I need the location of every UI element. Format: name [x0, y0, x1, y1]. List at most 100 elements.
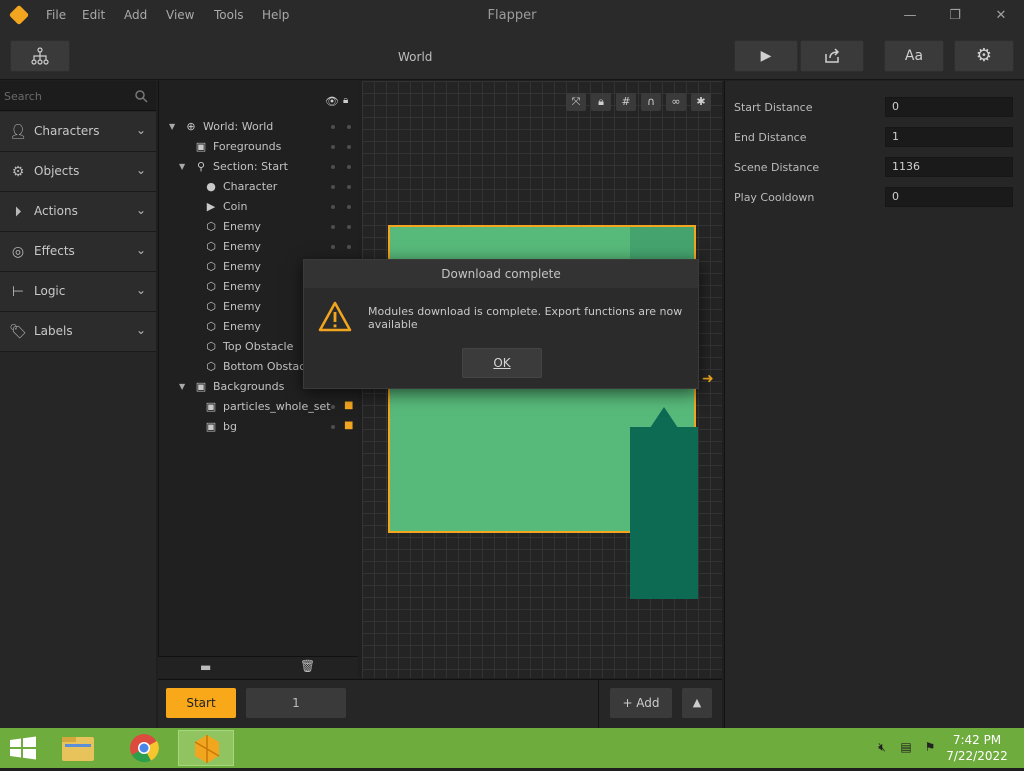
spiral-icon: ◎	[11, 244, 25, 260]
bug-icon[interactable]: ✱	[691, 93, 711, 111]
folder-icon	[62, 737, 94, 761]
category-objects[interactable]: ⚙ Objects ⌄	[0, 152, 156, 192]
action-center-icon[interactable]: ⚑	[922, 740, 938, 756]
title-bar: File Edit Add View Tools Help Flapper — …	[0, 0, 1024, 32]
play-button[interactable]: ▶	[734, 40, 798, 72]
prop-label: End Distance	[734, 131, 807, 144]
lock-icon[interactable]: ■	[344, 401, 353, 411]
chevron-up-icon[interactable]: ▲	[682, 688, 712, 718]
visibility-dot[interactable]	[331, 125, 335, 129]
flapper-taskbar-button[interactable]	[178, 730, 234, 766]
lock-dot[interactable]	[347, 145, 351, 149]
category-logic[interactable]: ⊢ Logic ⌄	[0, 272, 156, 312]
visibility-dot[interactable]	[331, 425, 335, 429]
section-icon: ⚲	[196, 160, 206, 173]
link-icon[interactable]: ∞	[666, 93, 686, 111]
play-cooldown-field[interactable]: 0	[885, 187, 1013, 207]
person-icon: 👤︎	[9, 124, 27, 140]
search-input[interactable]	[4, 87, 124, 105]
close-icon[interactable]: ✕	[991, 6, 1011, 26]
font-settings-button[interactable]: Aa	[884, 40, 944, 72]
restore-icon[interactable]: ❐	[945, 6, 965, 26]
lock-icon[interactable]: 🔒︎	[343, 95, 348, 106]
add-section-button[interactable]: + Add	[610, 688, 672, 718]
download-complete-dialog: Download complete Modules download is co…	[303, 259, 699, 389]
folder-icon[interactable]: ▬	[200, 660, 211, 674]
eye-icon[interactable]: 👁︎	[325, 95, 339, 108]
expand-arrow-icon[interactable]: ▼	[179, 377, 189, 397]
chrome-taskbar-button[interactable]	[116, 730, 172, 766]
breadcrumb-world[interactable]: World	[398, 50, 432, 64]
tree-item-section-start[interactable]: ▼ ⚲ Section: Start	[159, 157, 359, 177]
category-effects[interactable]: ◎ Effects ⌄	[0, 232, 156, 272]
end-distance-field[interactable]: 1	[885, 127, 1013, 147]
section-number[interactable]: 1	[246, 688, 346, 718]
category-labels[interactable]: 🏷︎ Labels ⌄	[0, 312, 156, 352]
lock-icon[interactable]: ■	[344, 421, 353, 431]
top-obstacle[interactable]	[630, 227, 694, 263]
system-clock[interactable]: 7:42 PM 7/22/2022	[938, 732, 1016, 764]
tree-item-label: Section: Start	[213, 160, 288, 173]
grid-icon[interactable]: #	[616, 93, 636, 111]
search-icon[interactable]	[134, 89, 148, 103]
network-icon[interactable]: ▤	[898, 740, 914, 756]
visibility-dot[interactable]	[331, 165, 335, 169]
volume-muted-icon[interactable]: 🔇︎	[874, 740, 890, 756]
warning-icon	[318, 301, 352, 332]
tree-item-particles[interactable]: ▣ particles_whole_set ■	[159, 397, 359, 417]
windows-start-icon[interactable]	[8, 736, 38, 760]
tree-item-foregrounds[interactable]: ▣ Foregrounds	[159, 137, 359, 157]
expand-arrow-icon[interactable]: ▼	[179, 157, 189, 177]
tree-item-label: Foregrounds	[213, 140, 282, 153]
search-bar	[0, 81, 156, 111]
category-actions[interactable]: ⏵ Actions ⌄	[0, 192, 156, 232]
tree-item-bg[interactable]: ▣ bg ■	[159, 417, 359, 437]
visibility-dot[interactable]	[331, 145, 335, 149]
settings-button[interactable]: ⚙	[954, 40, 1014, 72]
visibility-dot[interactable]	[331, 205, 335, 209]
category-label: Actions	[34, 204, 78, 218]
magnet-icon[interactable]: ∩	[641, 93, 661, 111]
lock-dot[interactable]	[347, 185, 351, 189]
start-section-button[interactable]: Start	[166, 688, 236, 718]
visibility-dot[interactable]	[331, 225, 335, 229]
category-label: Objects	[34, 164, 80, 178]
play-icon: ▶	[760, 48, 772, 64]
chevron-down-icon: ⌄	[135, 243, 146, 257]
tree-item-coin[interactable]: ▶ Coin	[159, 197, 359, 217]
lock-dot[interactable]	[347, 205, 351, 209]
fit-icon[interactable]: ⤧	[566, 93, 586, 111]
hexagon-icon: ⬡	[206, 320, 216, 333]
trash-icon[interactable]: 🗑︎	[300, 659, 315, 673]
expand-arrow-icon[interactable]: ▼	[169, 117, 179, 137]
tree-item-enemy[interactable]: ⬡ Enemy	[159, 217, 359, 237]
scene-distance-field[interactable]: 1136	[885, 157, 1013, 177]
lock-dot[interactable]	[347, 245, 351, 249]
export-button[interactable]	[800, 40, 864, 72]
hexagon-icon: ⬡	[206, 340, 216, 353]
tree-item-world[interactable]: ▼ ⊕ World: World	[159, 117, 359, 137]
tree-item-enemy[interactable]: ⬡ Enemy	[159, 237, 359, 257]
lock-dot[interactable]	[347, 165, 351, 169]
tree-item-character[interactable]: ● Character	[159, 177, 359, 197]
start-distance-field[interactable]: 0	[885, 97, 1013, 117]
lock-dot[interactable]	[347, 125, 351, 129]
visibility-dot[interactable]	[331, 185, 335, 189]
tree-item-label: Coin	[223, 200, 248, 213]
bottom-obstacle[interactable]	[630, 427, 698, 599]
chevron-down-icon: ⌄	[135, 123, 146, 137]
ok-button[interactable]: OK	[462, 348, 542, 378]
category-characters[interactable]: 👤︎ Characters ⌄	[0, 112, 156, 152]
play-icon: ▶	[206, 200, 216, 213]
visibility-dot[interactable]	[331, 245, 335, 249]
lock-icon[interactable]: 🔒︎	[591, 93, 611, 111]
hierarchy-button[interactable]	[10, 40, 70, 72]
visibility-dot[interactable]	[331, 405, 335, 409]
lock-dot[interactable]	[347, 225, 351, 229]
file-explorer-taskbar-button[interactable]	[50, 730, 106, 766]
chevron-down-icon: ⌄	[135, 203, 146, 217]
arrow-right-icon[interactable]: ➜	[702, 371, 714, 387]
dialog-title: Download complete	[304, 260, 698, 288]
chrome-icon	[130, 734, 159, 763]
minimize-icon[interactable]: —	[900, 6, 920, 26]
